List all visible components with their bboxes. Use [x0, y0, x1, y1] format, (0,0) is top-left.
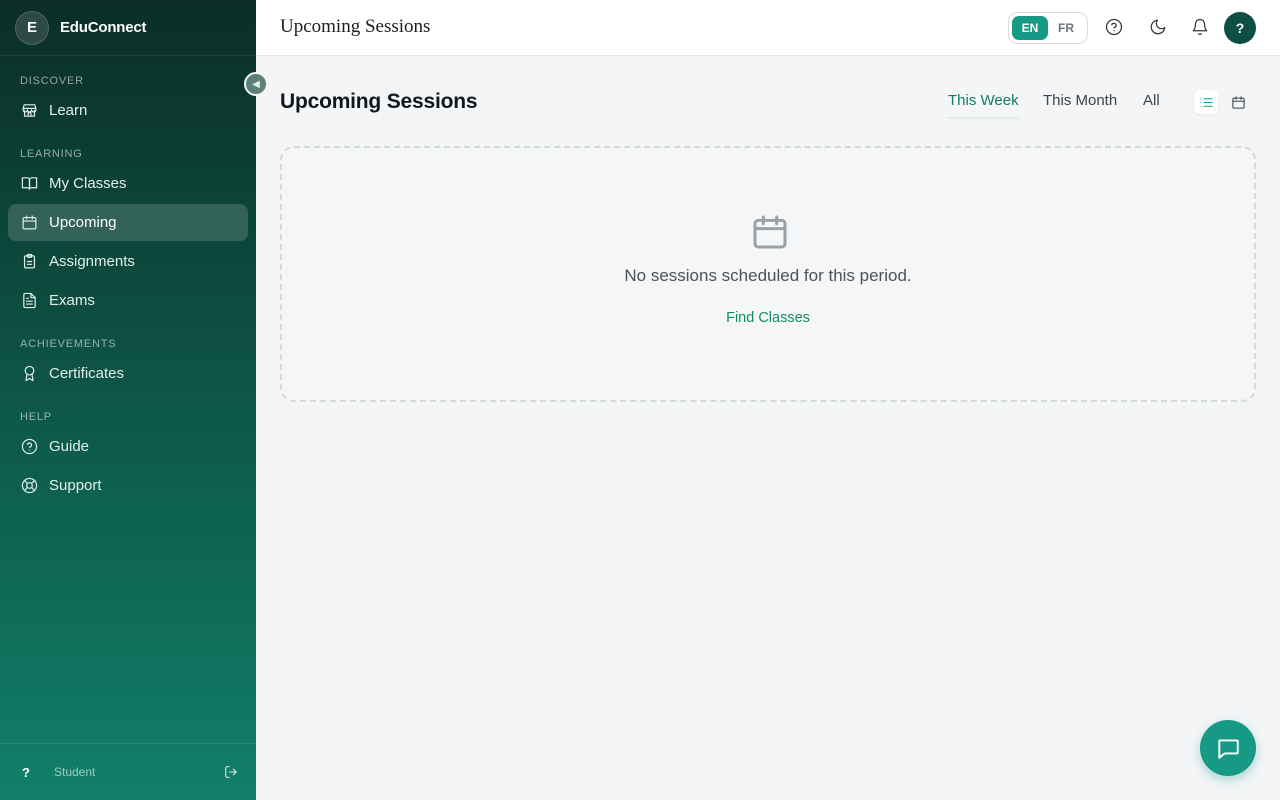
sidebar-item-exams[interactable]: Exams	[8, 282, 248, 319]
section-label-help: HELP	[20, 411, 52, 423]
section-label-learning: LEARNING	[20, 148, 83, 160]
sidebar: E EduConnect DISCOVER Learn LEARNING My …	[0, 0, 256, 800]
sidebar-item-label: Exams	[49, 292, 95, 309]
empty-state-message: No sessions scheduled for this period.	[624, 266, 912, 285]
sidebar-item-label: Guide	[49, 438, 90, 455]
award-icon	[20, 365, 38, 383]
store-icon	[20, 102, 38, 120]
sidebar-item-support[interactable]: Support	[8, 467, 248, 504]
sidebar-item-my-classes[interactable]: My Classes	[8, 165, 248, 202]
calendar-icon	[1231, 95, 1246, 110]
lifebuoy-icon	[20, 477, 38, 495]
chevron-left-icon: ◀	[252, 78, 260, 90]
section-label-achievements: ACHIEVEMENTS	[20, 338, 117, 350]
logout-icon[interactable]	[224, 765, 238, 779]
sidebar-item-label: My Classes	[49, 175, 127, 192]
brand[interactable]: E EduConnect	[0, 0, 256, 56]
sidebar-item-upcoming[interactable]: Upcoming	[8, 204, 248, 241]
sidebar-footer: ? Student	[0, 743, 256, 800]
sidebar-item-learn[interactable]: Learn	[8, 92, 248, 129]
moon-icon[interactable]	[1148, 17, 1168, 37]
sidebar-collapse-button[interactable]: ◀	[244, 72, 268, 96]
empty-state-card: No sessions scheduled for this period. F…	[280, 146, 1256, 402]
find-classes-link[interactable]: Find Classes	[282, 310, 1254, 326]
user-role: Student	[54, 765, 96, 779]
brand-badge: E	[15, 10, 49, 45]
chat-icon	[1215, 735, 1241, 761]
sidebar-item-label: Upcoming	[49, 214, 117, 231]
list-icon	[1199, 95, 1214, 110]
brand-name: EduConnect	[60, 19, 147, 36]
sidebar-nav: DISCOVER Learn LEARNING My Classes Upcom…	[0, 56, 256, 504]
bell-icon[interactable]	[1190, 17, 1210, 37]
list-view-button[interactable]	[1194, 90, 1218, 114]
sidebar-item-label: Certificates	[49, 365, 125, 382]
page-title: Upcoming Sessions	[280, 90, 478, 113]
sidebar-item-label: Learn	[49, 102, 88, 119]
sidebar-item-assignments[interactable]: Assignments	[8, 243, 248, 280]
main-header: Upcoming Sessions This Week This Month A…	[280, 84, 1256, 120]
filter-this-week[interactable]: This Week	[948, 92, 1019, 119]
calendar-view-button[interactable]	[1226, 90, 1250, 114]
language-switcher: EN FR	[1008, 12, 1088, 44]
sidebar-item-certificates[interactable]: Certificates	[8, 355, 248, 392]
topbar-title: Upcoming Sessions	[280, 16, 431, 37]
sidebar-item-guide[interactable]: Guide	[8, 428, 248, 465]
sidebar-item-label: Support	[49, 477, 102, 494]
calendar-icon	[750, 212, 790, 252]
filter-all[interactable]: All	[1143, 92, 1160, 117]
document-icon	[20, 292, 38, 310]
chat-button[interactable]	[1200, 720, 1256, 776]
help-circle-icon	[20, 438, 38, 456]
language-fr-button[interactable]: FR	[1048, 16, 1084, 40]
clipboard-icon	[20, 253, 38, 271]
sidebar-item-label: Assignments	[49, 253, 135, 270]
filter-this-month[interactable]: This Month	[1043, 92, 1117, 117]
section-label-discover: DISCOVER	[20, 75, 84, 87]
user-avatar[interactable]: ?	[22, 765, 34, 780]
calendar-icon	[20, 214, 38, 232]
language-en-button[interactable]: EN	[1012, 16, 1048, 40]
book-icon	[20, 175, 38, 193]
help-icon[interactable]	[1104, 17, 1124, 37]
topbar: Upcoming Sessions EN FR ?	[256, 0, 1280, 56]
user-avatar-button[interactable]: ?	[1224, 12, 1256, 44]
